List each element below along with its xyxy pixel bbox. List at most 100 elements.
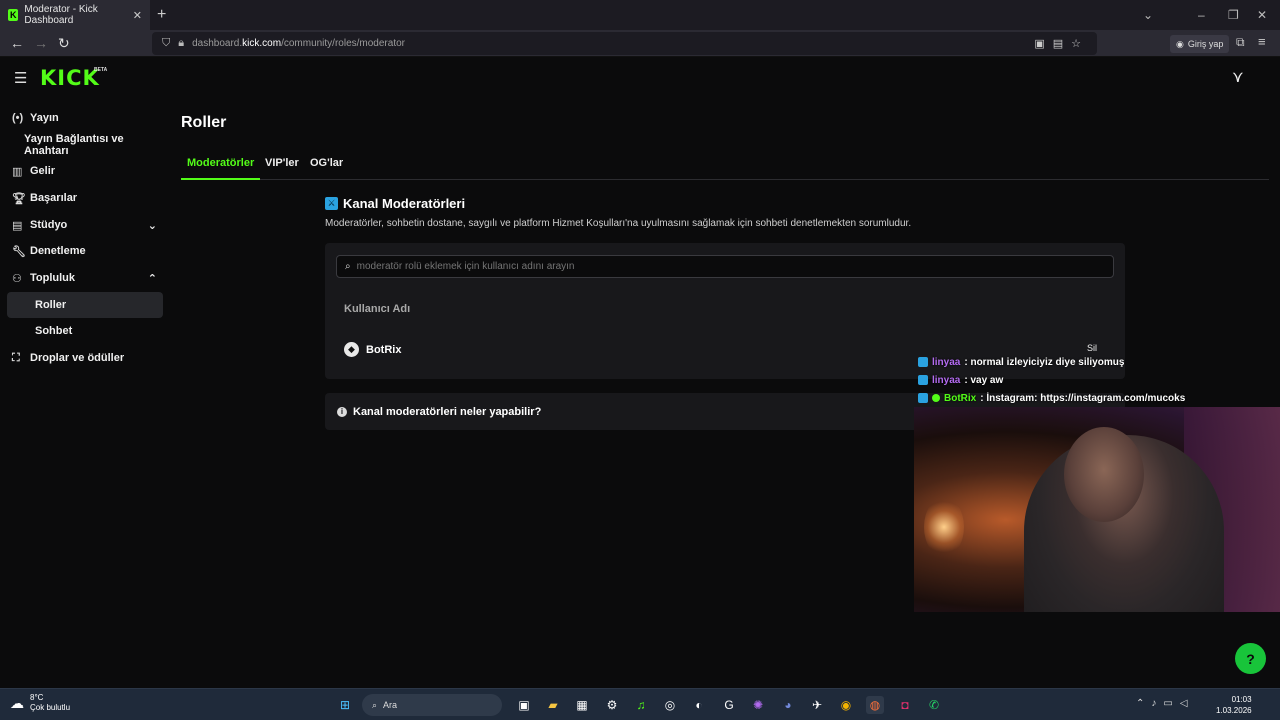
account-login-button[interactable]: ◉ Giriş yap [1170, 35, 1230, 53]
url-host: kick.com [242, 38, 282, 49]
moderator-search-field[interactable]: ⌕ [336, 255, 1114, 278]
dashboard-page: ☰ KICK BETA ⋎ (•) Yayın Yayın Bağlantısı… [0, 57, 1280, 688]
kick-logo[interactable]: KICK [40, 66, 100, 90]
clock-time: 01:03 [1231, 695, 1252, 704]
back-icon[interactable]: ← [10, 35, 24, 51]
weather-desc: Çok bulutlu [30, 703, 71, 712]
moderator-username[interactable]: BotRix [366, 344, 401, 356]
sidebar-item-label: Stüdyo [30, 219, 68, 231]
kick-favicon-icon: K [8, 9, 19, 21]
moderator-sword-icon: ⚔ [325, 197, 338, 210]
discord-icon[interactable]: ◕ [779, 696, 797, 714]
stream-chat-overlay: linyaa : normal izleyiciyiz diye siliyom… [918, 353, 1278, 407]
sidebar-item-label: Başarılar [30, 192, 78, 204]
sidebar-item-yayin-baglantisi[interactable]: Yayın Bağlantısı ve Anahtarı [7, 132, 163, 158]
login-label: Giriş yap [1187, 39, 1224, 49]
close-tab-icon[interactable]: ✕ [133, 9, 142, 22]
remove-moderator-button[interactable]: Sil [1087, 343, 1097, 353]
sidebar-item-label: Denetleme [30, 245, 86, 257]
extensions-icon[interactable]: ⧉ [1236, 35, 1245, 50]
chat-username: linyaa [932, 374, 961, 386]
address-bar[interactable]: ⛉ 🔒︎ dashboard. kick.com/community/roles/… [152, 32, 1097, 55]
webcam-feed [914, 407, 1280, 612]
whatsapp-icon[interactable]: ✆ [925, 696, 943, 714]
app-purple-icon[interactable]: ✺ [749, 696, 767, 714]
github-icon[interactable]: ◎ [661, 696, 679, 714]
minimize-icon[interactable]: – [1198, 8, 1205, 22]
broadcast-icon: (•) [12, 112, 24, 124]
chrome-icon[interactable]: ◉ [837, 696, 855, 714]
weather-widget[interactable]: ☁ 8°C Çok bulutlu [10, 693, 70, 713]
browser-tab[interactable]: K Moderator - Kick Dashboard ✕ [0, 0, 150, 30]
firefox-icon[interactable]: ◍ [866, 696, 884, 714]
sidebar-item-gelir[interactable]: ▥ Gelir [7, 158, 163, 184]
community-icon: ⚇ [12, 272, 22, 285]
sidebar-item-roller[interactable]: Roller [7, 292, 163, 318]
chevron-down-icon[interactable]: ⌄ [148, 219, 157, 232]
username-column-header: Kullanıcı Adı [344, 303, 411, 315]
trophy-icon: 🏆︎ [12, 192, 26, 205]
chevron-up-icon[interactable]: ⌃ [148, 272, 157, 285]
beta-badge: BETA [94, 67, 108, 73]
tab-list-icon[interactable]: ⌄ [1143, 8, 1153, 22]
cloud-icon: ☁ [10, 694, 24, 711]
maximize-icon[interactable]: ❐ [1228, 8, 1239, 22]
settings-icon[interactable]: ⚙ [603, 696, 621, 714]
moderator-search-input[interactable] [356, 261, 1097, 272]
chat-text: : vay aw [964, 374, 1004, 386]
hamburger-menu-icon[interactable]: ☰ [14, 69, 27, 87]
taskbar-clock[interactable]: 01:03 1.03.2026 [1216, 694, 1252, 716]
url-path: /community/roles/moderator [281, 38, 405, 49]
taskbar-search[interactable]: ⌕ Ara [362, 694, 502, 716]
sidebar-item-studyo[interactable]: ▤ Stüdyo ⌄ [7, 212, 163, 238]
close-window-icon[interactable]: ✕ [1257, 8, 1267, 22]
taskbar-search-label: Ara [383, 700, 398, 710]
tab-divider [181, 179, 1269, 180]
reload-icon[interactable]: ↻ [58, 35, 70, 52]
chat-username: BotRix [944, 392, 977, 404]
section-title: ⚔ Kanal Moderatörleri [325, 196, 465, 211]
browser-menu-icon[interactable]: ≡ [1258, 34, 1266, 49]
sidebar-item-basarilar[interactable]: 🏆︎ Başarılar [7, 185, 163, 211]
tab-vipler[interactable]: VIP'ler [265, 157, 299, 169]
sidebar-item-sohbet[interactable]: Sohbet [7, 318, 163, 344]
weather-text: 8°C Çok bulutlu [30, 693, 70, 713]
tab-oglar[interactable]: OG'lar [310, 157, 343, 169]
sidebar-item-denetleme[interactable]: 🔧︎ Denetleme [7, 238, 163, 264]
sidebar-item-droplar[interactable]: ⛶ Droplar ve ödüller [7, 345, 163, 371]
moderator-badge-icon [918, 393, 928, 403]
sidebar-item-label: Topluluk [30, 272, 76, 284]
forward-icon[interactable]: → [34, 35, 48, 51]
windows-start-icon[interactable]: ⊞ [336, 696, 354, 714]
url-prefix: dashboard. [192, 38, 243, 49]
chart-icon: ▥ [12, 165, 23, 178]
browser-tab-strip: K Moderator - Kick Dashboard ✕ + ⌄ – ❐ ✕ [0, 0, 1280, 30]
page-action-icons[interactable]: ▣▤☆ [1034, 37, 1089, 50]
system-tray-icons[interactable]: ⌃♪▭◁ [1136, 698, 1195, 709]
account-icon: ◉ [1176, 38, 1184, 49]
shield-icon[interactable]: ⛉ [162, 37, 170, 50]
active-tab-indicator [181, 178, 260, 180]
streamer-head [1064, 427, 1144, 522]
verified-badge-icon [932, 394, 940, 402]
new-tab-button[interactable]: + [157, 6, 166, 24]
instagram-icon[interactable]: ◘ [896, 696, 914, 714]
lamp-glow [924, 497, 964, 557]
lock-icon[interactable]: 🔒︎ [178, 37, 184, 50]
info-icon: i [337, 406, 347, 417]
sidebar-item-topluluk[interactable]: ⚇ Topluluk ⌃ [7, 265, 163, 291]
tab-moderatorler[interactable]: Moderatörler [187, 157, 254, 169]
store-icon[interactable]: ▦ [573, 696, 591, 714]
user-avatar-icon[interactable]: ⋎ [1232, 67, 1254, 89]
task-view-icon[interactable]: ▣ [515, 696, 533, 714]
sidebar-item-label: Gelir [30, 165, 56, 177]
steam-icon[interactable]: ✈ [808, 696, 826, 714]
faq-label: Kanal moderatörleri neler yapabilir? [353, 405, 542, 418]
obs-icon[interactable]: ◐ [690, 696, 708, 714]
file-explorer-icon[interactable]: ▰ [544, 696, 562, 714]
gift-icon: ⛶ [12, 351, 20, 364]
sidebar-item-yayin[interactable]: (•) Yayın [7, 105, 163, 131]
app-g-icon[interactable]: G [720, 696, 738, 714]
headset-app-icon[interactable]: ♫ [632, 696, 650, 714]
help-support-button[interactable]: ? [1235, 643, 1266, 674]
